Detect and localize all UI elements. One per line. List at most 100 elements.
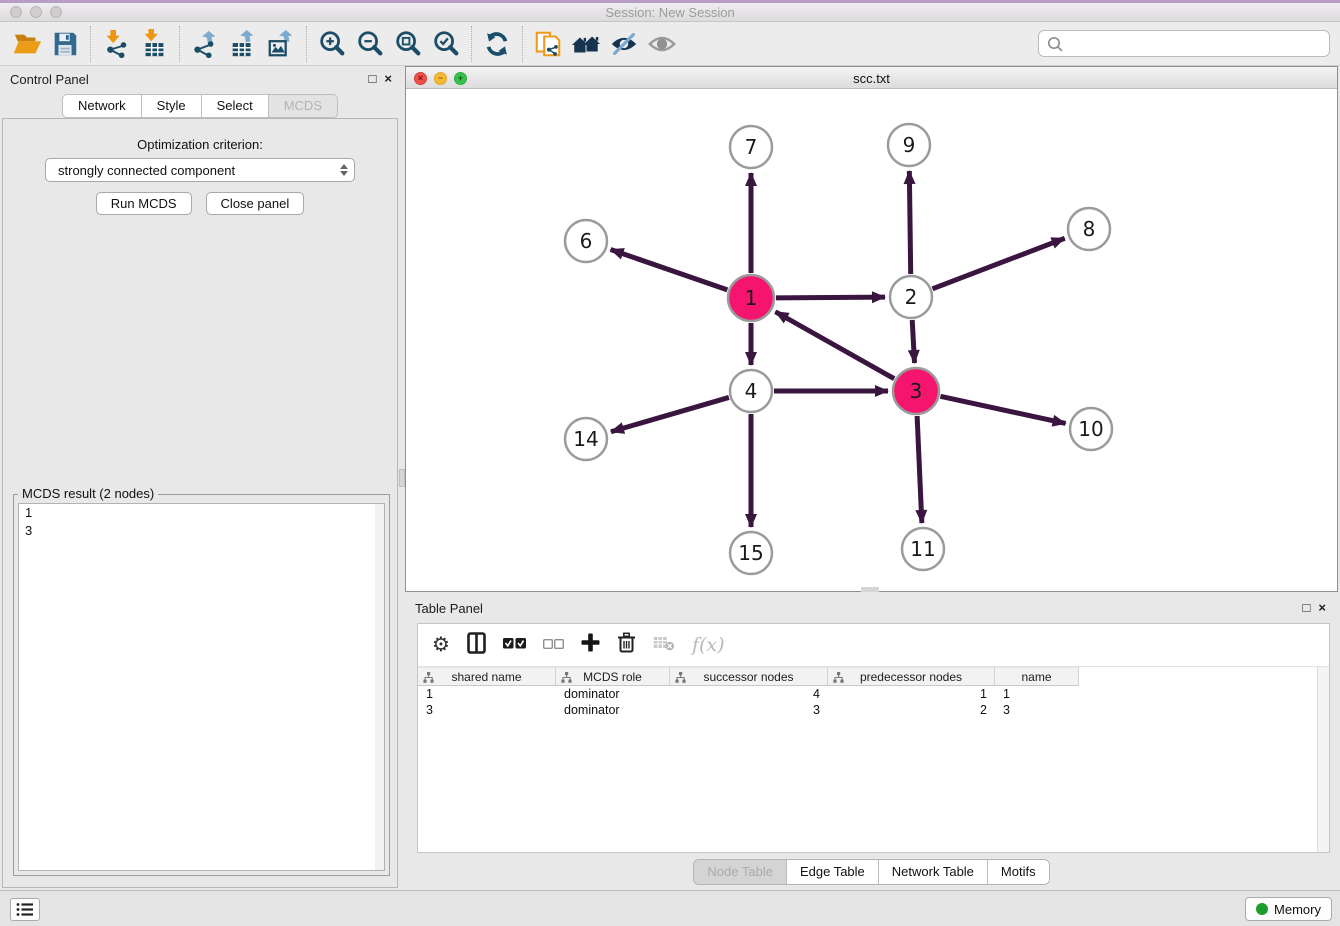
mcds-result-item[interactable]: 1 xyxy=(19,504,384,522)
export-table-button[interactable] xyxy=(224,25,262,63)
search-field[interactable] xyxy=(1038,30,1330,57)
cell-name[interactable]: 1 xyxy=(995,686,1079,702)
cell-name[interactable]: 3 xyxy=(995,702,1079,718)
column-header-shared-name[interactable]: shared name xyxy=(418,667,556,686)
clone-network-button[interactable] xyxy=(529,25,567,63)
save-session-button[interactable] xyxy=(46,25,84,63)
optimization-criterion-select[interactable]: strongly connected component xyxy=(45,158,355,182)
panel-splitter-handle[interactable] xyxy=(861,587,879,592)
import-network-button[interactable] xyxy=(97,25,135,63)
export-image-button[interactable] xyxy=(262,25,300,63)
tab-select[interactable]: Select xyxy=(202,94,269,118)
cell-predecessor-nodes[interactable]: 1 xyxy=(828,686,995,702)
cell-successor-nodes[interactable]: 4 xyxy=(670,686,828,702)
column-header-mcds-role[interactable]: MCDS role xyxy=(556,667,670,686)
cell-mcds-role[interactable]: dominator xyxy=(556,702,670,718)
import-table-button[interactable] xyxy=(135,25,173,63)
home-button[interactable] xyxy=(567,25,605,63)
delete-column-button[interactable] xyxy=(617,632,636,658)
cell-predecessor-nodes[interactable]: 2 xyxy=(828,702,995,718)
select-all-columns-button[interactable] xyxy=(503,636,526,654)
table-options-button[interactable]: ⚙ xyxy=(432,635,450,655)
graph-edge[interactable] xyxy=(611,249,728,289)
cell-shared-name[interactable]: 3 xyxy=(418,702,556,718)
cell-successor-nodes[interactable]: 3 xyxy=(670,702,828,718)
graph-node-label: 4 xyxy=(745,379,758,403)
column-view-button[interactable] xyxy=(467,632,486,659)
tab-mcds[interactable]: MCDS xyxy=(269,94,338,118)
graph-edge[interactable] xyxy=(909,171,910,274)
column-header-predecessor-nodes[interactable]: predecessor nodes xyxy=(828,667,995,686)
zoom-selected-button[interactable] xyxy=(427,25,465,63)
column-header-name[interactable]: name xyxy=(995,667,1079,686)
tab-edge-table[interactable]: Edge Table xyxy=(786,860,878,884)
tab-motifs[interactable]: Motifs xyxy=(987,860,1049,884)
mcds-result-scrollbar[interactable] xyxy=(375,504,384,870)
tab-network-table[interactable]: Network Table xyxy=(878,860,987,884)
toolbar-separator xyxy=(522,26,523,62)
optimization-criterion-label: Optimization criterion: xyxy=(3,137,397,152)
run-mcds-button[interactable]: Run MCDS xyxy=(96,192,192,215)
graph-edge[interactable] xyxy=(611,397,729,431)
unselect-all-icon xyxy=(543,639,564,649)
cell-shared-name[interactable]: 1 xyxy=(418,686,556,702)
delete-table-icon xyxy=(653,635,675,651)
mcds-result-item[interactable]: 3 xyxy=(19,522,384,540)
tab-node-table[interactable]: Node Table xyxy=(694,860,786,884)
graph-edge[interactable] xyxy=(917,416,922,523)
close-panel-icon[interactable]: × xyxy=(384,71,392,86)
add-column-button[interactable] xyxy=(581,633,600,657)
main-toolbar xyxy=(0,22,1340,66)
column-header-successor-nodes[interactable]: successor nodes xyxy=(670,667,828,686)
zoom-in-icon xyxy=(317,29,347,59)
tab-network[interactable]: Network xyxy=(62,94,142,118)
zoom-out-button[interactable] xyxy=(351,25,389,63)
toolbar-separator xyxy=(471,26,472,62)
column-type-icon xyxy=(561,672,572,683)
eye-icon xyxy=(647,29,677,59)
function-builder-button[interactable]: f(x) xyxy=(692,634,725,656)
tab-style[interactable]: Style xyxy=(142,94,202,118)
search-input[interactable] xyxy=(1064,31,1329,56)
eye-slash-icon xyxy=(609,29,639,59)
zoom-fit-button[interactable] xyxy=(389,25,427,63)
open-file-button[interactable] xyxy=(8,25,46,63)
export-table-icon xyxy=(228,29,258,59)
panel-splitter-handle[interactable] xyxy=(399,469,405,487)
node-table: shared name MCDS role xyxy=(418,667,1317,852)
mcds-result-list[interactable]: 1 3 xyxy=(18,503,385,871)
table-scrollbar[interactable] xyxy=(1317,667,1329,852)
close-panel-button[interactable]: Close panel xyxy=(206,192,305,215)
table-row[interactable]: 3 dominator 3 2 3 xyxy=(418,702,1317,718)
toolbar-separator xyxy=(179,26,180,62)
graph-edge[interactable] xyxy=(932,238,1064,289)
delete-table-button[interactable] xyxy=(653,635,675,656)
export-network-icon xyxy=(190,29,220,59)
graph-node-label: 14 xyxy=(573,427,598,451)
task-history-button[interactable] xyxy=(10,898,40,921)
export-network-button[interactable] xyxy=(186,25,224,63)
cell-mcds-role[interactable]: dominator xyxy=(556,686,670,702)
refresh-icon xyxy=(482,29,512,59)
graph-canvas[interactable]: 7968124314101511 xyxy=(406,89,1337,591)
clone-network-icon xyxy=(533,29,563,59)
hide-graphics-button[interactable] xyxy=(605,25,643,63)
close-panel-icon[interactable]: × xyxy=(1318,600,1326,615)
float-panel-icon[interactable]: □ xyxy=(1303,600,1311,615)
memory-button[interactable]: Memory xyxy=(1245,897,1332,921)
save-icon xyxy=(50,29,80,59)
graph-edge[interactable] xyxy=(775,312,894,379)
toolbar-separator xyxy=(90,26,91,62)
graph-edge[interactable] xyxy=(940,396,1065,423)
show-graphics-button[interactable] xyxy=(643,25,681,63)
unselect-all-columns-button[interactable] xyxy=(543,636,564,654)
table-row[interactable]: 1 dominator 4 1 1 xyxy=(418,686,1317,702)
zoom-in-button[interactable] xyxy=(313,25,351,63)
network-window-titlebar[interactable]: × − + scc.txt xyxy=(406,67,1337,89)
column-type-icon xyxy=(675,672,686,683)
graph-node-label: 1 xyxy=(745,286,758,310)
graph-edge[interactable] xyxy=(912,320,914,363)
float-panel-icon[interactable]: □ xyxy=(369,71,377,86)
refresh-button[interactable] xyxy=(478,25,516,63)
graph-edge[interactable] xyxy=(776,297,885,298)
